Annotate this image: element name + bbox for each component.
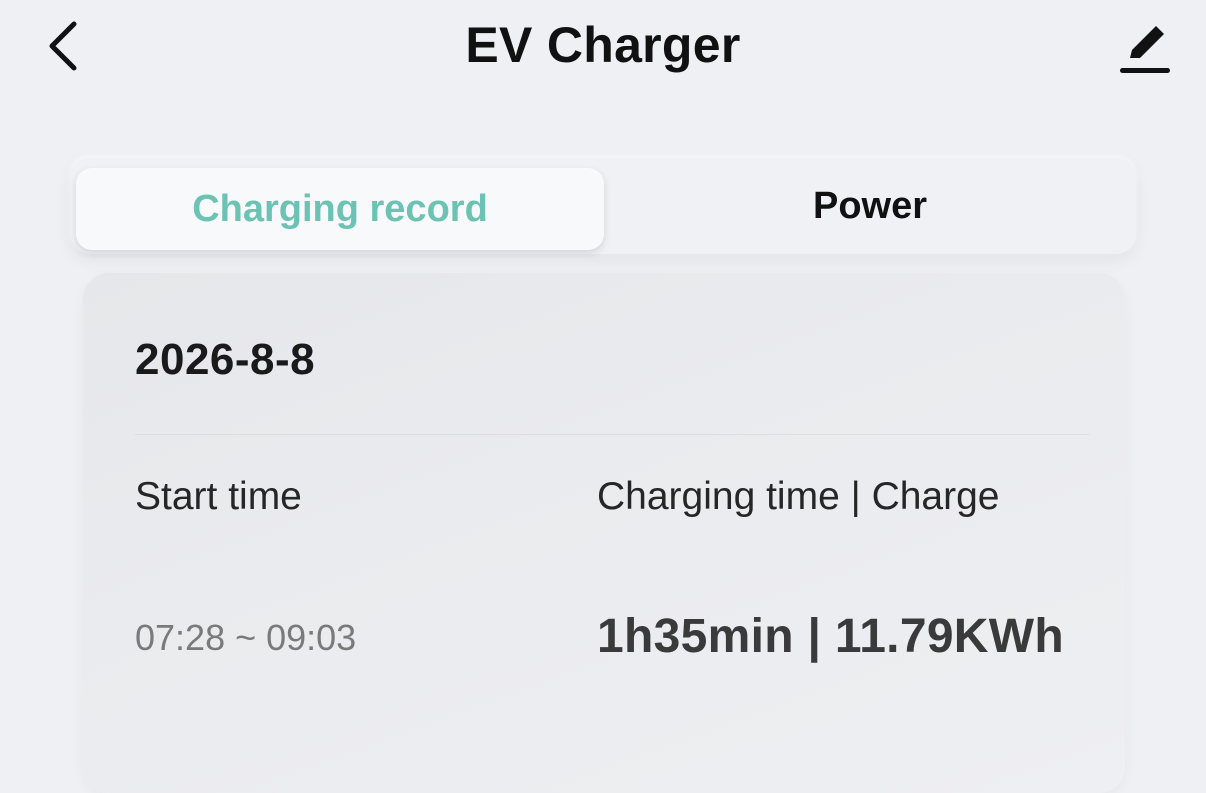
divider [135, 434, 1089, 435]
top-bar: EV Charger [0, 0, 1206, 100]
start-time-label: Start time [135, 475, 302, 518]
charging-record-card: 2026-8-8 Start time Charging time | Char… [83, 273, 1125, 793]
page-title: EV Charger [465, 17, 741, 73]
charging-time-charge-value: 1h35min | 11.79KWh [597, 610, 1065, 663]
tab-bar: Charging record Power [70, 158, 1136, 254]
tab-power[interactable]: Power [604, 158, 1136, 254]
record-date: 2026-8-8 [135, 335, 316, 384]
edit-button[interactable] [1108, 10, 1180, 82]
pencil-icon [1120, 26, 1170, 73]
tab-charging-record[interactable]: Charging record [76, 168, 604, 250]
time-range-value: 07:28 ~ 09:03 [135, 617, 357, 658]
charging-time-charge-label: Charging time | Charge [597, 475, 1000, 518]
